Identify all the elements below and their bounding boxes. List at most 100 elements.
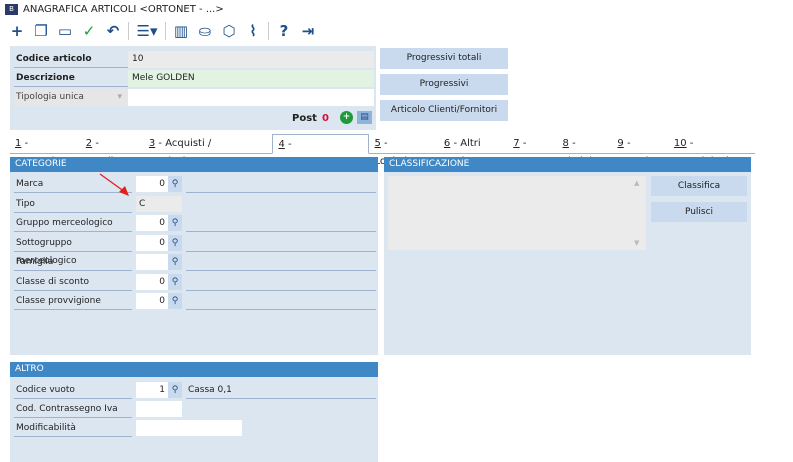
articolo-clienti-fornitori-button[interactable]: Articolo Clienti/Fornitori [380, 100, 508, 121]
tab-2[interactable]: 2 - Vendite [81, 135, 144, 167]
row-input[interactable] [136, 254, 168, 270]
check-icon[interactable]: ✓ [80, 22, 98, 40]
folder-icon[interactable]: ▭ [56, 22, 74, 40]
contrassegno-label: Cod. Contrassegno Iva [14, 400, 132, 418]
classificazione-list[interactable] [388, 176, 646, 250]
altro-title: ALTRO [10, 362, 378, 377]
row-input[interactable]: 0 [136, 176, 168, 192]
tab-9[interactable]: 9 - Sconti [612, 135, 668, 167]
row-input[interactable]: 0 [136, 273, 168, 290]
row-label: Classe di sconto [14, 273, 132, 291]
chevron-down-icon: ▾ [117, 92, 122, 102]
classifica-button[interactable]: Classifica [651, 176, 747, 196]
tab-bar: 1 - Generale2 - Vendite3 - Acquisti / Pr… [10, 134, 755, 170]
contrassegno-input[interactable] [136, 401, 182, 417]
row-label: Famiglia [14, 253, 132, 271]
codice-vuoto-desc: Cassa 0,1 [186, 381, 376, 399]
tab-number: 10 [673, 138, 687, 149]
book-icon[interactable]: ▤ [357, 111, 372, 124]
exit-icon[interactable]: ⇥ [299, 22, 317, 40]
search-icon[interactable]: ⚲ [168, 382, 182, 398]
add-post-icon[interactable]: + [340, 111, 353, 124]
tipologia-label: Tipologia unica [16, 92, 84, 102]
tab-6[interactable]: 6 - Altri Dati [439, 135, 508, 167]
categorie-panel: CATEGORIE Marca 0 ⚲ Tipo C Gruppo merceologic… [10, 157, 378, 355]
row-input[interactable]: 0 [136, 215, 168, 231]
classificazione-panel: CLASSIFICAZIONE ▲ ▼ Classifica Pulisci [384, 157, 751, 355]
tab-5[interactable]: 5 - Logistica [369, 135, 438, 167]
search-icon[interactable]: ⚲ [168, 254, 182, 270]
categorie-title: CATEGORIE [10, 157, 378, 172]
progressivi-totali-button[interactable]: Progressivi totali [380, 48, 508, 69]
article-header: Codice articolo 10 Descrizione Mele GOLD… [10, 46, 376, 130]
tipologia-dropdown[interactable]: Tipologia unica ▾ [14, 89, 128, 106]
toolbar: + ❐ ▭ ✓ ↶ ☰▾ ▥ ⛀ ⬡ ⌇ ? ⇥ [0, 18, 793, 44]
search-icon[interactable]: ⚲ [168, 293, 182, 309]
row-label: Sottogruppo merceologico [14, 234, 132, 266]
undo-icon[interactable]: ↶ [104, 22, 122, 40]
paperclip-icon[interactable]: ⌇ [244, 22, 262, 40]
copy-icon[interactable]: ❐ [32, 22, 50, 40]
modificabilita-label: Modificabilità [14, 419, 132, 437]
tab-1[interactable]: 1 - Generale [10, 135, 81, 167]
modificabilita-row: Modificabilità [10, 419, 380, 437]
scroll-down-icon[interactable]: ▼ [634, 239, 639, 247]
tab-10[interactable]: 10 - Provvigioni [669, 135, 755, 167]
scrollbar[interactable]: ▲ ▼ [634, 177, 644, 249]
categoria-row: Classe provvigione 0 ⚲ [10, 292, 380, 310]
menu-icon[interactable]: ☰▾ [135, 22, 159, 40]
categoria-row: Gruppo merceologico 0 ⚲ [10, 214, 380, 232]
tipologia-field[interactable] [128, 89, 374, 106]
codice-field[interactable]: 10 [128, 51, 374, 68]
divider [165, 22, 166, 40]
altro-panel: ALTRO Codice vuoto 1 ⚲ Cassa 0,1 Cod. Co… [10, 362, 378, 462]
search-icon[interactable]: ⚲ [168, 176, 182, 192]
search-icon[interactable]: ⚲ [168, 215, 182, 231]
divider [128, 22, 129, 40]
red-arrow-annotation [99, 173, 129, 196]
window-title: ANAGRAFICA ARTICOLI <ORTONET - ...> [23, 3, 224, 15]
progressivi-button[interactable]: Progressivi [380, 74, 508, 95]
descrizione-label: Descrizione [14, 70, 128, 87]
post-label: Post [292, 113, 317, 124]
basket-icon[interactable]: ⛀ [196, 22, 214, 40]
contrassegno-row: Cod. Contrassegno Iva [10, 400, 380, 418]
row-label: Gruppo merceologico [14, 214, 132, 232]
categoria-row: Classe di sconto 0 ⚲ [10, 273, 380, 291]
divider [268, 22, 269, 40]
row-description [186, 175, 376, 193]
tab-3[interactable]: 3 - Acquisti / Produzione [144, 135, 273, 167]
row-label: Classe provvigione [14, 292, 132, 310]
scroll-up-icon[interactable]: ▲ [634, 179, 639, 187]
help-icon[interactable]: ? [275, 22, 293, 40]
descrizione-field[interactable]: Mele GOLDEN [128, 70, 374, 87]
row-input[interactable]: 0 [136, 293, 168, 309]
modificabilita-input[interactable] [136, 420, 242, 436]
row-value: C [136, 195, 182, 212]
tab-8[interactable]: 8 - Listini [558, 135, 613, 167]
search-icon[interactable]: ⚲ [168, 234, 182, 251]
tab-4[interactable]: 4 - Classificazioni [272, 134, 370, 170]
plus-icon[interactable]: + [8, 22, 26, 40]
tab-7[interactable]: 7 - Note [508, 135, 557, 167]
pulisci-button[interactable]: Pulisci [651, 202, 747, 222]
categoria-row: Famiglia ⚲ [10, 253, 380, 271]
title-bar: B ANAGRAFICA ARTICOLI <ORTONET - ...> [0, 0, 793, 18]
codice-label: Codice articolo [14, 51, 128, 68]
barcode-icon[interactable]: ▥ [172, 22, 190, 40]
categoria-row: Sottogruppo merceologico 0 ⚲ [10, 234, 380, 266]
row-description [186, 214, 376, 232]
row-description [186, 292, 376, 310]
search-icon[interactable]: ⚲ [168, 273, 182, 290]
app-logo-icon: B [5, 3, 18, 15]
codice-vuoto-input[interactable]: 1 [136, 382, 168, 398]
codice-vuoto-row: Codice vuoto 1 ⚲ Cassa 0,1 [10, 381, 380, 399]
categoria-row: Marca 0 ⚲ [10, 175, 380, 193]
row-description [186, 253, 376, 271]
row-description [186, 273, 376, 291]
box-icon[interactable]: ⬡ [220, 22, 238, 40]
post-count: 0 [322, 113, 329, 124]
row-input[interactable]: 0 [136, 234, 168, 251]
classificazione-title: CLASSIFICAZIONE [384, 157, 751, 172]
categoria-row: Tipo C [10, 195, 380, 213]
